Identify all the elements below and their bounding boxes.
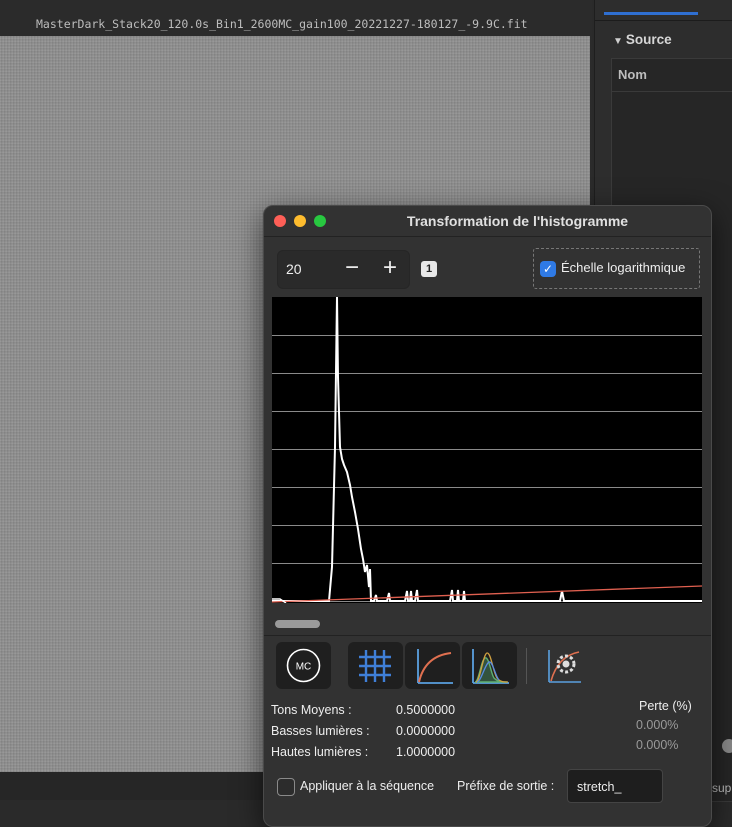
apply-sequence-label: Appliquer à la séquence bbox=[300, 779, 435, 793]
log-scale-option[interactable]: ✓ Échelle logarithmique bbox=[533, 248, 700, 289]
auto-stretch-icon bbox=[548, 650, 581, 683]
highlights-value[interactable]: 1.0000000 bbox=[396, 745, 455, 759]
tab-divider bbox=[595, 20, 732, 21]
highlights-label: Hautes lumières : bbox=[271, 745, 369, 759]
dialog-titlebar[interactable]: Transformation de l'histogramme bbox=[264, 206, 711, 237]
zoom-reset-badge[interactable]: 1 bbox=[421, 261, 437, 277]
disclosure-triangle-icon: ▼ bbox=[613, 36, 623, 47]
curve-icon bbox=[417, 649, 453, 684]
grid-icon bbox=[359, 650, 391, 682]
toggle-knob[interactable] bbox=[722, 739, 732, 753]
grid-toggle-button[interactable] bbox=[348, 642, 403, 689]
column-divider bbox=[612, 91, 732, 92]
column-header-nom[interactable]: Nom bbox=[618, 67, 647, 82]
zoom-control: 20 − + bbox=[277, 250, 410, 289]
histogram-scrollbar[interactable] bbox=[272, 618, 702, 630]
zoom-out-button[interactable]: − bbox=[334, 251, 370, 288]
zoom-value-field[interactable]: 20 bbox=[286, 261, 302, 277]
log-scale-label: Échelle logarithmique bbox=[561, 260, 686, 275]
minimize-button[interactable] bbox=[294, 215, 306, 227]
histogram-transformation-dialog: Transformation de l'histogramme 20 − + 1… bbox=[263, 205, 712, 827]
toolbar-separator bbox=[526, 648, 527, 684]
shadows-loss-value: 0.000% bbox=[636, 718, 679, 732]
histogram-scroll-thumb[interactable] bbox=[275, 620, 320, 628]
midtones-value[interactable]: 0.5000000 bbox=[396, 703, 455, 717]
zoom-in-button[interactable]: + bbox=[372, 251, 408, 288]
mtf-button-label: MC bbox=[296, 662, 312, 673]
dialog-title: Transformation de l'histogramme bbox=[406, 213, 629, 229]
midtones-label: Tons Moyens : bbox=[271, 703, 352, 717]
output-prefix-label: Préfixe de sortie : bbox=[457, 779, 555, 793]
right-panel-bottom-text: sup bbox=[712, 781, 732, 795]
source-section-header[interactable]: ▼ Source bbox=[613, 32, 672, 47]
rgb-histogram-button[interactable] bbox=[462, 642, 517, 689]
active-tab-indicator bbox=[604, 12, 698, 15]
histogram-plot[interactable] bbox=[272, 297, 702, 603]
close-button[interactable] bbox=[274, 215, 286, 227]
shadows-label: Basses lumières : bbox=[271, 724, 370, 738]
highlights-loss-value: 0.000% bbox=[636, 738, 679, 752]
shadows-value[interactable]: 0.0000000 bbox=[396, 724, 455, 738]
mtf-button[interactable]: MC bbox=[276, 642, 331, 689]
source-section-title: Source bbox=[625, 32, 672, 47]
log-scale-checkbox[interactable]: ✓ bbox=[540, 261, 556, 277]
transfer-curve bbox=[272, 585, 702, 603]
output-prefix-input[interactable]: stretch_ bbox=[567, 769, 663, 803]
curve-toggle-button[interactable] bbox=[405, 642, 460, 689]
loss-header: Perte (%) bbox=[639, 699, 692, 713]
apply-sequence-checkbox[interactable] bbox=[277, 778, 295, 796]
image-title: MasterDark_Stack20_120.0s_Bin1_2600MC_ga… bbox=[36, 17, 528, 31]
rgb-histogram-icon bbox=[472, 649, 509, 684]
divider bbox=[264, 635, 711, 636]
auto-stretch-button[interactable] bbox=[536, 642, 591, 689]
mc-circle-icon: MC bbox=[286, 648, 321, 683]
